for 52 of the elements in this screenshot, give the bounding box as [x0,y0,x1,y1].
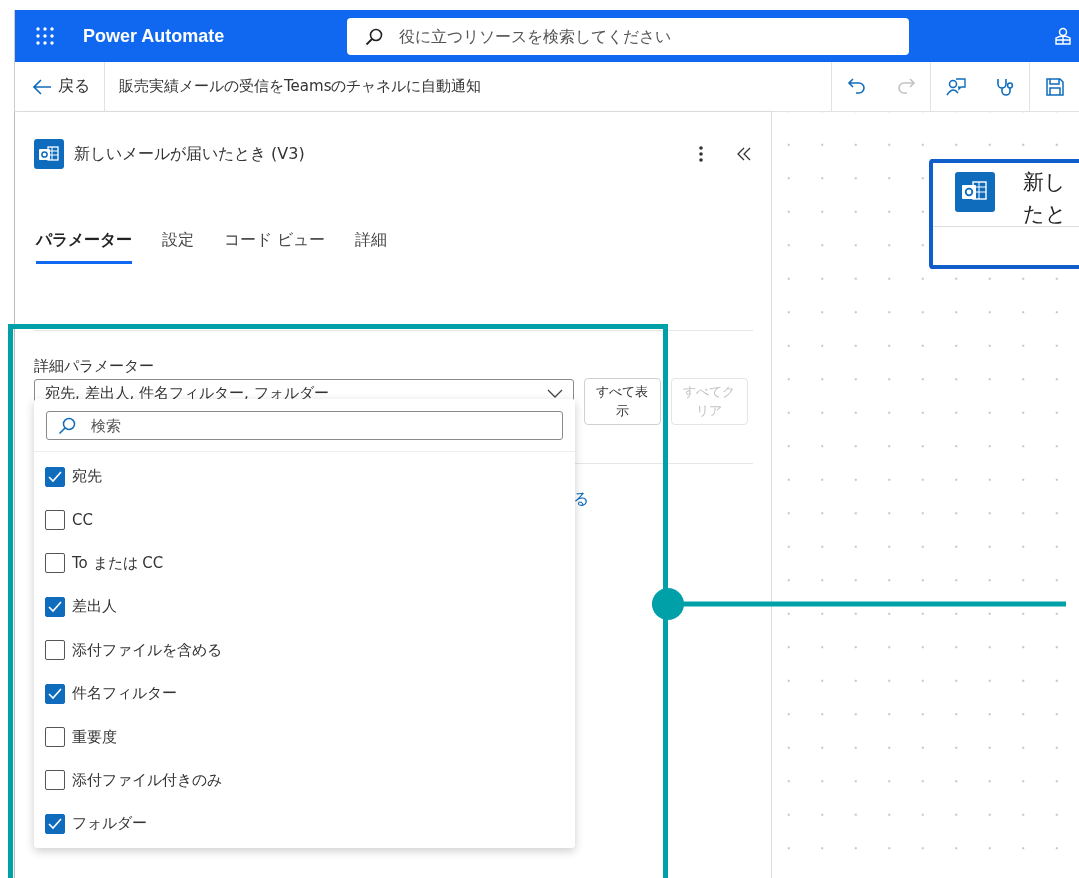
link[interactable]: る [573,489,589,510]
tab[interactable]: 設定 [162,218,194,264]
search-field[interactable]: 検索 [46,411,563,440]
flow-node[interactable]: 新し たと [929,159,1079,269]
option-label: 重要度 [72,727,117,747]
option-label: 添付ファイル付きのみ [72,770,222,790]
checkbox-option[interactable]: 差出人 [34,585,575,629]
search-field[interactable]: 役に立つリソースを検索してください [347,17,910,55]
flow-title: 販売実績メールの受信をTeamsのチャネルに自動通知 [119,77,482,96]
option-label: To または CC [72,553,164,573]
search-icon [365,27,384,46]
checkbox[interactable] [45,596,65,617]
checkbox[interactable] [45,510,65,531]
back-arrow-icon [33,77,52,96]
search-icon [58,417,76,435]
checkbox-option[interactable]: 重要度 [34,715,575,759]
option-label: 添付ファイルを含める [72,640,222,660]
checkbox[interactable] [45,683,65,704]
checkbox-option[interactable]: フォルダー [34,802,575,846]
tab[interactable]: パラメーター [36,218,132,264]
chevron-down-icon [547,388,563,398]
option-label: 宛先 [72,467,102,487]
option-label: 差出人 [72,597,117,617]
tab[interactable]: 詳細 [355,218,388,264]
option-label: フォルダー [72,814,147,834]
option-label: 件名フィルター [72,684,177,704]
collapse-icon[interactable] [737,147,751,161]
checkbox-option[interactable]: 件名フィルター [34,671,575,716]
back-button[interactable]: 戻る [15,62,104,111]
checkbox[interactable] [45,640,65,661]
more-icon[interactable] [699,146,703,162]
show-all-button[interactable]: すべて表示 [584,378,661,425]
mail-app-icon [955,172,995,212]
checkbox[interactable] [45,727,65,748]
environment-icon[interactable] [1053,26,1073,46]
app-title: Power Automate [83,25,225,47]
checkbox-option[interactable]: 添付ファイル付きのみ [34,758,575,803]
checkbox-option[interactable]: CC [34,498,575,542]
app-launcher-icon[interactable] [35,26,55,46]
checkbox[interactable] [45,553,65,574]
checkbox-option[interactable]: 添付ファイルを含める [34,628,575,672]
mail-app-icon [34,139,64,169]
action-title: 新しいメールが届いたとき (V3) [74,143,305,165]
checkbox[interactable] [45,770,65,791]
checkbox[interactable] [45,466,65,487]
node-title: 新し たと [1023,169,1067,228]
checkbox-option[interactable]: To または CC [34,541,575,586]
field-label: 詳細パラメーター [34,357,155,376]
checkbox-option[interactable]: 宛先 [34,455,575,499]
option-label: CC [72,511,93,530]
tab[interactable]: コード ビュー [224,218,326,264]
checkbox[interactable] [45,813,65,834]
